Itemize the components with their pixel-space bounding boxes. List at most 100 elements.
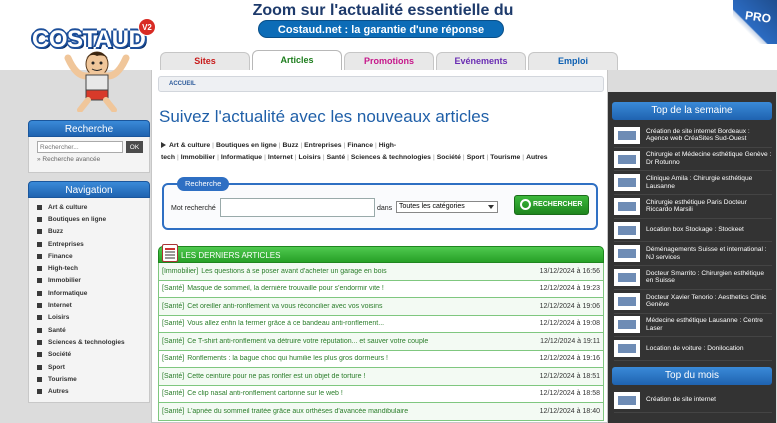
sidebar-item-societe[interactable]: Société	[37, 349, 149, 361]
top-week-item[interactable]: Médecine esthétique Lausanne : Centre La…	[614, 314, 772, 338]
tab-sites[interactable]: Sites	[160, 52, 250, 70]
sidebar-item-art-culture[interactable]: Art & culture	[37, 201, 149, 213]
article-title[interactable]: Ce clip nasal anti-ronflement cartonne s…	[187, 390, 535, 397]
article-title[interactable]: Ce T-shirt anti-ronflement va détruire v…	[187, 338, 536, 345]
article-row[interactable]: [Santé] Ce clip nasal anti-ronflement car…	[158, 385, 604, 403]
sidebar-item-loisirs[interactable]: Loisirs	[37, 312, 149, 324]
article-category: [Santé]	[162, 285, 185, 293]
category-link[interactable]: Informatique	[221, 154, 262, 161]
sidebar-item-internet[interactable]: Internet	[37, 299, 149, 311]
top-week-item[interactable]: Chirurgie et Médecine esthétique Genève …	[614, 148, 772, 172]
sidebar-item-tourisme[interactable]: Tourisme	[37, 373, 149, 385]
top-week-item[interactable]: Location de voiture : Donilocation	[614, 337, 772, 361]
article-title[interactable]: Cet oreiller anti-ronflement va vous réc…	[187, 303, 535, 310]
article-row[interactable]: [Santé] Ronflements : la bague choc qui h…	[158, 350, 604, 368]
article-title[interactable]: Les questions à se poser avant d'acheter…	[201, 268, 535, 275]
bullet-icon	[37, 266, 42, 272]
top-week-item[interactable]: Docteur Xavier Tenorio : Aesthetics Clin…	[614, 290, 772, 314]
article-title[interactable]: L'apnée du sommeil traitée grâce aux ort…	[187, 408, 535, 415]
article-row[interactable]: [Santé] Ce T-shirt anti-ronflement va dét…	[158, 333, 604, 351]
search-button[interactable]: RECHERCHER	[514, 195, 589, 215]
sidebar-search-box: OK » Recherche avancée	[28, 137, 150, 173]
category-link[interactable]: Internet	[268, 154, 293, 161]
bullet-icon	[37, 376, 42, 382]
search-icon	[520, 199, 531, 210]
sidebar-item-entreprises[interactable]: Entreprises	[37, 238, 149, 250]
bullet-icon	[37, 229, 42, 235]
category-link[interactable]: Art & culture	[169, 142, 210, 149]
sidebar-item-sport[interactable]: Sport	[37, 361, 149, 373]
category-link[interactable]: Boutiques en ligne	[216, 142, 277, 149]
article-title[interactable]: Vous allez enfin la fermer grâce à ce ba…	[187, 320, 535, 327]
sidebar-item-label: Sciences & technologies	[48, 338, 125, 346]
keyword-label: Mot recherché	[171, 205, 216, 212]
top-week-item[interactable]: Création de site internet Bordeaux : Age…	[614, 124, 772, 148]
site-thumbnail	[614, 245, 640, 263]
advanced-search-link[interactable]: » Recherche avancée	[37, 156, 143, 163]
category-select[interactable]: Toutes les catégories	[396, 201, 498, 213]
top-week-item-label: Chirurgie esthétique Paris Docteur Ricca…	[646, 198, 747, 214]
breadcrumb-home-link[interactable]: ACCUEIL	[169, 81, 196, 87]
category-link[interactable]: Immobilier	[181, 154, 215, 161]
category-link[interactable]: Société	[437, 154, 461, 161]
category-link[interactable]: Loisirs	[299, 154, 321, 161]
article-search-panel: Recherche Mot recherché dans Toutes les …	[162, 177, 598, 230]
pro-corner-link[interactable]: PRO	[733, 0, 777, 44]
article-title[interactable]: Masque de sommeil, la dernière trouvaill…	[187, 285, 535, 292]
top-week-item[interactable]: Chirurgie esthétique Paris Docteur Ricca…	[614, 195, 772, 219]
category-link[interactable]: Santé	[327, 154, 346, 161]
article-row[interactable]: [Santé] L'apnée du sommeil traitée grâce …	[158, 403, 604, 421]
article-title[interactable]: Ronflements : la bague choc qui humilie …	[187, 355, 535, 362]
sidebar-item-sante[interactable]: Santé	[37, 324, 149, 336]
top-week-item[interactable]: Docteur Smarrito : Chirurgien esthétique…	[614, 266, 772, 290]
sidebar-item-informatique[interactable]: Informatique	[37, 287, 149, 299]
tab-emploi[interactable]: Emploi	[528, 52, 618, 70]
site-thumbnail	[614, 126, 640, 144]
article-category: [Santé]	[162, 320, 185, 328]
sidebar-item-autres[interactable]: Autres	[37, 385, 149, 397]
article-title[interactable]: Cette ceinture pour ne pas ronfler est u…	[187, 373, 535, 380]
arrow-right-icon	[161, 142, 166, 149]
article-row[interactable]: [Santé] Masque de sommeil, la dernière tr…	[158, 280, 604, 298]
sidebar-item-boutiques[interactable]: Boutiques en ligne	[37, 213, 149, 225]
article-row[interactable]: [Santé] Cet oreiller anti-ronflement va v…	[158, 298, 604, 316]
article-date: 12/12/2024 à 19:08	[539, 320, 600, 328]
category-link[interactable]: Sciences & technologies	[351, 154, 431, 161]
article-row[interactable]: [Santé] Vous allez enfin la fermer grâce …	[158, 315, 604, 333]
category-link[interactable]: Tourisme	[490, 154, 520, 161]
category-link[interactable]: Entreprises	[304, 142, 341, 149]
bullet-icon	[37, 303, 42, 309]
site-logo[interactable]: COSTAUD V2	[30, 4, 160, 112]
keyword-input[interactable]	[220, 198, 375, 217]
sidebar-item-label: Entreprises	[48, 240, 84, 248]
newspaper-icon	[162, 244, 178, 262]
top-week-item[interactable]: Déménagements Suisse et international : …	[614, 242, 772, 267]
top-week-item[interactable]: Clinique Amila : Chirurgie esthétique La…	[614, 171, 772, 196]
tab-promotions[interactable]: Promotions	[344, 52, 434, 70]
tab-articles[interactable]: Articles	[252, 50, 342, 70]
article-category: [Santé]	[162, 372, 185, 380]
article-row[interactable]: [Santé] Cette ceinture pour ne pas ronfle…	[158, 368, 604, 386]
sidebar-nav-title: Navigation	[28, 181, 150, 198]
sidebar-item-label: Sport	[48, 363, 65, 371]
tab-evenements[interactable]: Evénements	[436, 52, 526, 70]
sidebar-search-ok-button[interactable]: OK	[126, 141, 143, 153]
category-link[interactable]: Sport	[467, 154, 485, 161]
top-month-item[interactable]: Création de site internet	[614, 389, 772, 413]
sidebar-item-immobilier[interactable]: Immobilier	[37, 275, 149, 287]
category-link[interactable]: Finance	[347, 142, 373, 149]
sidebar-item-sciences[interactable]: Sciences & technologies	[37, 336, 149, 348]
article-row[interactable]: [Immobilier] Les questions à se poser ava…	[158, 263, 604, 281]
sidebar-search-input[interactable]	[37, 141, 123, 153]
sidebar-item-finance[interactable]: Finance	[37, 250, 149, 262]
sidebar-nav: Art & culture Boutiques en ligne Buzz En…	[28, 198, 150, 403]
sidebar-item-high-tech[interactable]: High-tech	[37, 262, 149, 274]
top-week-item-label: Déménagements Suisse et international : …	[646, 246, 767, 261]
sidebar-item-buzz[interactable]: Buzz	[37, 226, 149, 238]
sidebar-item-label: Boutiques en ligne	[48, 215, 107, 223]
top-month-item-label: Création de site internet	[646, 396, 717, 404]
section-tabs: Sites Articles Promotions Evénements Emp…	[160, 50, 620, 70]
category-link[interactable]: Buzz	[283, 142, 299, 149]
category-link[interactable]: Autres	[526, 154, 548, 161]
top-week-item[interactable]: Location box Stockage : Stockeet	[614, 219, 772, 243]
